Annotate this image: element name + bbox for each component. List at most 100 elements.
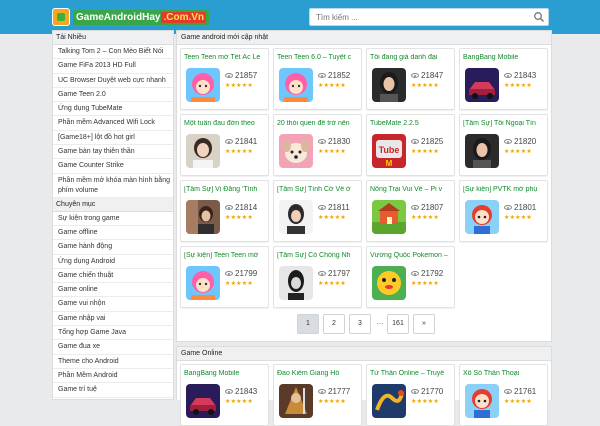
- top-downloads-item[interactable]: Game FiFa 2013 HD Full: [53, 59, 173, 74]
- game-thumbnail[interactable]: [372, 68, 406, 102]
- star-rating: ★★★★★: [225, 215, 253, 221]
- game-title[interactable]: BangBang Mobile: [463, 54, 546, 61]
- game-thumbnail[interactable]: [186, 134, 220, 168]
- category-item[interactable]: Game vui nhộn: [53, 297, 173, 312]
- online-game-card[interactable]: BangBang Mobile 21843 ★★★★★: [180, 364, 269, 426]
- game-thumbnail[interactable]: [372, 200, 406, 234]
- game-title[interactable]: [Sự kiện] PVTK mở phụ: [463, 186, 546, 193]
- top-downloads-item[interactable]: UC Browser Duyệt web cực nhanh: [53, 74, 173, 88]
- game-title[interactable]: Tôi đang giả danh đại: [370, 54, 453, 61]
- site-logo[interactable]: GameAndroidHay .Com.Vn: [52, 6, 210, 28]
- category-item[interactable]: Game trí tuệ: [53, 383, 173, 398]
- game-title[interactable]: Tứ Thần Online – Truyề: [370, 370, 453, 377]
- category-item[interactable]: Game offline: [53, 226, 173, 241]
- star-rating: ★★★★★: [225, 281, 253, 287]
- game-thumbnail[interactable]: [279, 134, 313, 168]
- view-number: 21797: [328, 269, 351, 278]
- category-item[interactable]: Game đua xe: [53, 340, 173, 355]
- category-item[interactable]: Game chiến thuật: [53, 269, 173, 284]
- new-game-card[interactable]: 20 thói quen để trở nên 21830 ★★★★★: [273, 114, 362, 176]
- game-title[interactable]: Vương Quốc Pokemon –: [370, 252, 453, 259]
- game-thumbnail[interactable]: [186, 266, 220, 300]
- new-games-title: Game android mới cập nhật: [177, 31, 551, 45]
- online-game-card[interactable]: Xổ Số Thần Thoại 21761 ★★★★★: [459, 364, 548, 426]
- game-title[interactable]: Teen Teen mở Tết Ác Le: [184, 54, 267, 61]
- game-title[interactable]: [Sự kiện] Teen Teen mở: [184, 252, 267, 259]
- online-game-card[interactable]: Tứ Thần Online – Truyề 21770 ★★★★★: [366, 364, 455, 426]
- new-game-card[interactable]: [Tâm Sự] Tôi Ngoại Tìn 21820 ★★★★★: [459, 114, 548, 176]
- top-downloads-item[interactable]: Talking Tom 2 – Con Mèo Biết Nói: [53, 45, 173, 60]
- new-game-card[interactable]: [Tâm Sự] Tình Cờ Về ở 21811 ★★★★★: [273, 180, 362, 242]
- game-thumbnail[interactable]: [186, 200, 220, 234]
- new-game-card[interactable]: [Tâm Sự] Vị Đắng 'Tình 21814 ★★★★★: [180, 180, 269, 242]
- game-title[interactable]: [Tâm Sự] Có Chồng Nh: [277, 252, 360, 259]
- star-rating: ★★★★★: [504, 149, 532, 155]
- game-thumbnail[interactable]: [465, 384, 499, 418]
- star-rating: ★★★★★: [411, 149, 439, 155]
- game-thumbnail[interactable]: [279, 68, 313, 102]
- view-count: 21857: [225, 71, 257, 80]
- game-title[interactable]: BangBang Mobile: [184, 370, 267, 377]
- eye-icon: [504, 73, 512, 78]
- game-thumbnail[interactable]: [186, 384, 220, 418]
- game-thumbnail[interactable]: [372, 384, 406, 418]
- game-thumbnail[interactable]: [279, 200, 313, 234]
- category-item[interactable]: Sự kiện trong game: [53, 212, 173, 226]
- game-thumbnail[interactable]: [465, 68, 499, 102]
- game-thumbnail[interactable]: [465, 134, 499, 168]
- new-game-card[interactable]: Một tuần đau đớn theo 21841 ★★★★★: [180, 114, 269, 176]
- game-thumbnail[interactable]: [186, 68, 220, 102]
- category-item[interactable]: Ứng dụng Android: [53, 255, 173, 269]
- category-item[interactable]: Game online: [53, 283, 173, 298]
- new-game-card[interactable]: Nông Trại Vui Vẻ – Pi v 21807 ★★★★★: [366, 180, 455, 242]
- game-thumbnail[interactable]: [372, 266, 406, 300]
- game-title[interactable]: [Tâm Sự] Tình Cờ Về ở: [277, 186, 360, 193]
- pagination-next-button[interactable]: »: [413, 314, 435, 334]
- pagination-page-button[interactable]: 161: [387, 314, 409, 334]
- top-downloads-item[interactable]: [Game18+] lột đồ hot girl: [53, 131, 173, 146]
- pagination-page-button[interactable]: 3: [349, 314, 371, 334]
- category-item[interactable]: Tổng hợp Game Java: [53, 326, 173, 341]
- game-title[interactable]: Đao Kiếm Giang Hồ: [277, 370, 360, 377]
- category-item[interactable]: Game nhập vai: [53, 312, 173, 327]
- game-title[interactable]: TubeMate 2.2.5: [370, 120, 453, 127]
- top-downloads-item[interactable]: Game Counter Strike: [53, 159, 173, 174]
- star-rating: ★★★★★: [504, 215, 532, 221]
- category-item[interactable]: Game hành động: [53, 240, 173, 255]
- new-game-card[interactable]: [Tâm Sự] Có Chồng Nh 21797 ★★★★★: [273, 246, 362, 308]
- game-thumbnail[interactable]: Tube M: [372, 134, 406, 168]
- game-thumbnail[interactable]: [279, 384, 313, 418]
- search-icon[interactable]: [533, 11, 545, 23]
- star-rating: ★★★★★: [225, 83, 253, 89]
- game-title[interactable]: Nông Trại Vui Vẻ – Pi v: [370, 186, 453, 193]
- game-title[interactable]: Một tuần đau đớn theo: [184, 120, 267, 127]
- game-title[interactable]: Xổ Số Thần Thoại: [463, 370, 546, 377]
- new-game-card[interactable]: BangBang Mobile 21843 ★★★★★: [459, 48, 548, 110]
- new-game-card[interactable]: Teen Teen 6.0 – Tuyệt c 21852 ★★★★★: [273, 48, 362, 110]
- top-downloads-item[interactable]: Phần mềm mở khóa màn hình bằng phím volu…: [53, 174, 173, 198]
- new-game-card[interactable]: Tôi đang giả danh đại 21847 ★★★★★: [366, 48, 455, 110]
- game-thumbnail[interactable]: [279, 266, 313, 300]
- pagination-page-button[interactable]: 2: [323, 314, 345, 334]
- top-downloads-item[interactable]: Game bàn tay thiên thần: [53, 145, 173, 160]
- category-item[interactable]: Phần Mềm Android: [53, 369, 173, 384]
- new-game-card[interactable]: Teen Teen mở Tết Ác Le 21857 ★★★★★: [180, 48, 269, 110]
- search-input[interactable]: [310, 9, 525, 25]
- category-item[interactable]: Theme cho Android: [53, 355, 173, 369]
- top-downloads-item[interactable]: Game Teen 2.0: [53, 88, 173, 103]
- view-count: 21799: [225, 269, 257, 278]
- view-number: 21843: [514, 71, 537, 80]
- game-title[interactable]: [Tâm Sự] Vị Đắng 'Tình: [184, 186, 267, 193]
- top-downloads-item[interactable]: Phần mềm Advanced Wifi Lock: [53, 116, 173, 131]
- game-thumbnail[interactable]: [465, 200, 499, 234]
- new-game-card[interactable]: TubeMate 2.2.5 Tube M 21825 ★★★★★: [366, 114, 455, 176]
- game-title[interactable]: [Tâm Sự] Tôi Ngoại Tìn: [463, 120, 546, 127]
- new-game-card[interactable]: [Sự kiện] Teen Teen mở 21799 ★★★★★: [180, 246, 269, 308]
- top-downloads-item[interactable]: Ứng dụng TubeMate: [53, 102, 173, 117]
- game-title[interactable]: Teen Teen 6.0 – Tuyệt c: [277, 54, 360, 61]
- new-game-card[interactable]: [Sự kiện] PVTK mở phụ 21801 ★★★★★: [459, 180, 548, 242]
- new-game-card[interactable]: Vương Quốc Pokemon – 21792 ★★★★★: [366, 246, 455, 308]
- game-title[interactable]: 20 thói quen để trở nên: [277, 120, 360, 127]
- pagination-page-button[interactable]: 1: [297, 314, 319, 334]
- online-game-card[interactable]: Đao Kiếm Giang Hồ 21777 ★★★★★: [273, 364, 362, 426]
